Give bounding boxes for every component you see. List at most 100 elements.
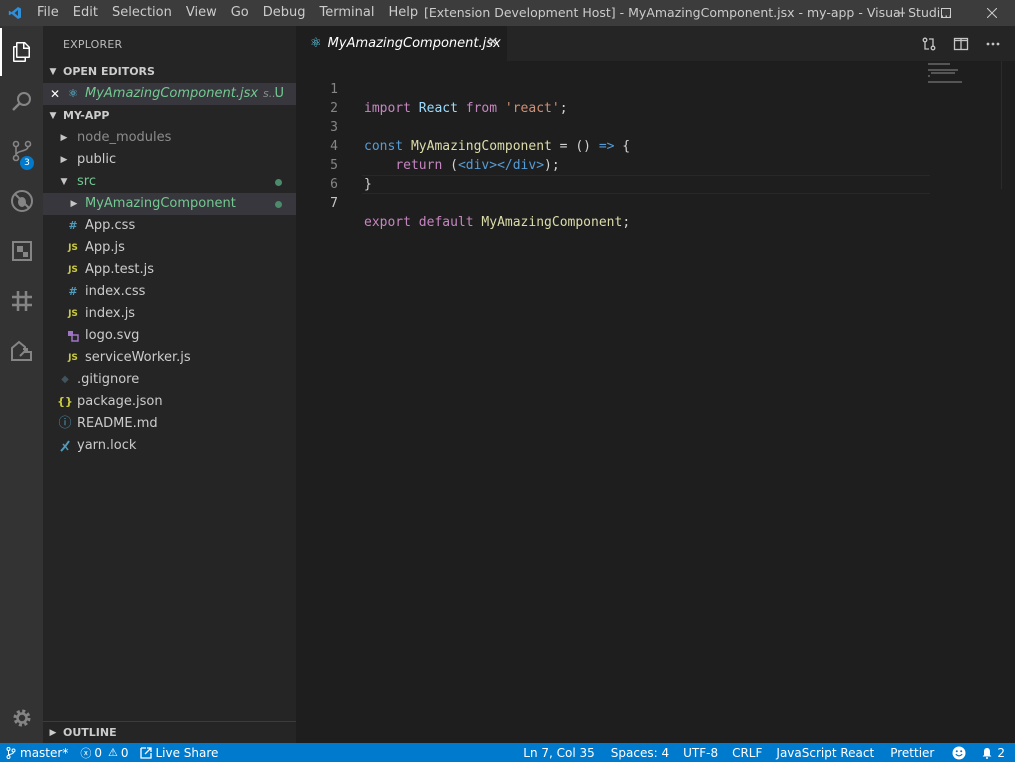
chevron-right-icon: ▶ (60, 155, 68, 165)
code-line: 6 (296, 156, 1015, 192)
tree-item-public[interactable]: ▶ public (43, 149, 296, 171)
tree-item-node-modules[interactable]: ▶ node_modules (43, 127, 296, 149)
line-number: 7 (330, 196, 338, 211)
explorer-sidebar: EXPLORER ▼ OPEN EDITORS ✕ ⚛ MyAmazingCom… (43, 26, 296, 743)
js-file-icon: JS (68, 309, 78, 319)
language-status[interactable]: JavaScript React (769, 743, 881, 762)
folder-header[interactable]: ▼ MY-APP (43, 105, 296, 127)
open-editors-header[interactable]: ▼ OPEN EDITORS (43, 61, 296, 83)
vscode-logo-icon (0, 0, 30, 26)
tree-item-logo-svg[interactable]: logo.svg (43, 325, 296, 347)
notifications-status[interactable]: 2 (975, 743, 1015, 762)
modified-dot (275, 179, 282, 186)
minimap[interactable] (928, 63, 968, 103)
menu-file[interactable]: File (30, 0, 66, 26)
problems-status[interactable]: ⓧ 0 ⚠ 0 (74, 743, 134, 762)
outline-header[interactable]: ▶ OUTLINE (43, 722, 296, 743)
tree-item-app-js[interactable]: JS App.js (43, 237, 296, 259)
source-control-activity[interactable]: 3 (0, 127, 43, 175)
smiley-icon (952, 746, 966, 759)
yarn-file-icon (57, 440, 73, 452)
compare-icon (922, 37, 936, 50)
menu-bar: File Edit Selection View Go Debug Termin… (30, 0, 425, 26)
tree-item-package-json[interactable]: {} package.json (43, 391, 296, 413)
close-tab-icon[interactable]: ✕ (485, 35, 501, 50)
menu-view[interactable]: View (179, 0, 224, 26)
window-controls (877, 0, 1015, 26)
code-line-current: 7 export default MyAmazingComponent; (296, 175, 1015, 230)
code-line: 2 (296, 80, 1015, 116)
tree-item-myamazingcomponent[interactable]: ▶ MyAmazingComponent (43, 193, 296, 215)
info-file-icon: ⓘ (58, 416, 72, 431)
css-file-icon: # (68, 219, 78, 232)
tree-item-src[interactable]: ▼ src (43, 171, 296, 193)
code-line: 5 } (296, 137, 1015, 192)
menu-selection[interactable]: Selection (105, 0, 179, 26)
code-editor[interactable]: 1 import React from 'react'; 2 3 const M… (296, 61, 1015, 230)
react-file-icon: ⚛ (68, 87, 78, 100)
modified-dot (275, 201, 282, 208)
live-share-activity[interactable] (0, 327, 43, 375)
sidebar-title: EXPLORER (63, 38, 123, 51)
maximize-button[interactable] (923, 0, 969, 26)
eol-status[interactable]: CRLF (725, 743, 769, 762)
ellipsis-icon (986, 42, 1000, 45)
menu-terminal[interactable]: Terminal (313, 0, 382, 26)
menu-go[interactable]: Go (224, 0, 256, 26)
minimize-button[interactable] (877, 0, 923, 26)
tree-item-app-test-js[interactable]: JS App.test.js (43, 259, 296, 281)
css-file-icon: # (68, 285, 78, 298)
live-share-status[interactable]: Live Share (134, 743, 224, 762)
formatter-status[interactable]: Prettier (881, 743, 943, 762)
code-line: 4 return (<div></div>); (296, 118, 1015, 173)
tree-item-index-css[interactable]: # index.css (43, 281, 296, 303)
extensions-icon (11, 241, 32, 261)
svg-file-icon (65, 330, 81, 342)
split-editor-icon (953, 37, 969, 50)
tab-myamazingcomponent[interactable]: ⚛ MyAmazingComponent.jsx ✕ (296, 26, 507, 61)
extensions-activity[interactable] (0, 227, 43, 275)
branch-status[interactable]: master* (0, 743, 74, 762)
close-editor-icon[interactable]: ✕ (45, 83, 65, 105)
error-icon: ⓧ (80, 746, 92, 760)
activity-bar: 3 (0, 26, 43, 743)
tree-item-index-js[interactable]: JS index.js (43, 303, 296, 325)
explorer-icon (12, 42, 30, 62)
menu-edit[interactable]: Edit (66, 0, 105, 26)
split-editor-button[interactable] (945, 26, 977, 61)
tree-item-serviceworker-js[interactable]: JS serviceWorker.js (43, 347, 296, 369)
open-changes-button[interactable] (913, 26, 945, 61)
live-share-icon (10, 340, 32, 361)
source-control-badge: 3 (20, 156, 34, 170)
status-bar-right: Ln 7, Col 35 Spaces: 4 UTF-8 CRLF JavaSc… (514, 743, 1015, 762)
open-editor-item[interactable]: ✕ ⚛ MyAmazingComponent.jsx s... U (43, 83, 296, 105)
tree-item-readme-md[interactable]: ⓘ README.md (43, 413, 296, 435)
encoding-status[interactable]: UTF-8 (676, 743, 725, 762)
vertical-scrollbar[interactable] (1001, 61, 1015, 189)
chevron-down-icon: ▼ (60, 177, 68, 187)
close-window-button[interactable] (969, 0, 1015, 26)
tree-item-yarn-lock[interactable]: yarn.lock (43, 435, 296, 457)
react-file-icon: ⚛ (310, 36, 322, 51)
indentation-status[interactable]: Spaces: 4 (604, 743, 676, 762)
title-bar: File Edit Selection View Go Debug Termin… (0, 0, 1015, 26)
debug-activity[interactable] (0, 177, 43, 225)
live-share-icon (140, 746, 153, 759)
feedback-button[interactable] (943, 743, 975, 762)
minimize-icon (895, 12, 905, 14)
search-icon (11, 92, 31, 111)
tree-item-gitignore[interactable]: ◆ .gitignore (43, 369, 296, 391)
manage-activity[interactable] (0, 694, 43, 742)
menu-help[interactable]: Help (381, 0, 425, 26)
tree-item-app-css[interactable]: # App.css (43, 215, 296, 237)
cursor-position-status[interactable]: Ln 7, Col 35 (514, 743, 604, 762)
debug-icon (10, 190, 33, 212)
git-graph-activity[interactable] (0, 277, 43, 325)
chevron-right-icon: ▶ (49, 728, 57, 738)
js-file-icon: JS (68, 243, 78, 253)
menu-debug[interactable]: Debug (256, 0, 313, 26)
search-activity[interactable] (0, 78, 43, 126)
more-actions-button[interactable] (977, 26, 1009, 61)
maximize-icon (941, 8, 951, 18)
explorer-activity[interactable] (0, 28, 43, 76)
